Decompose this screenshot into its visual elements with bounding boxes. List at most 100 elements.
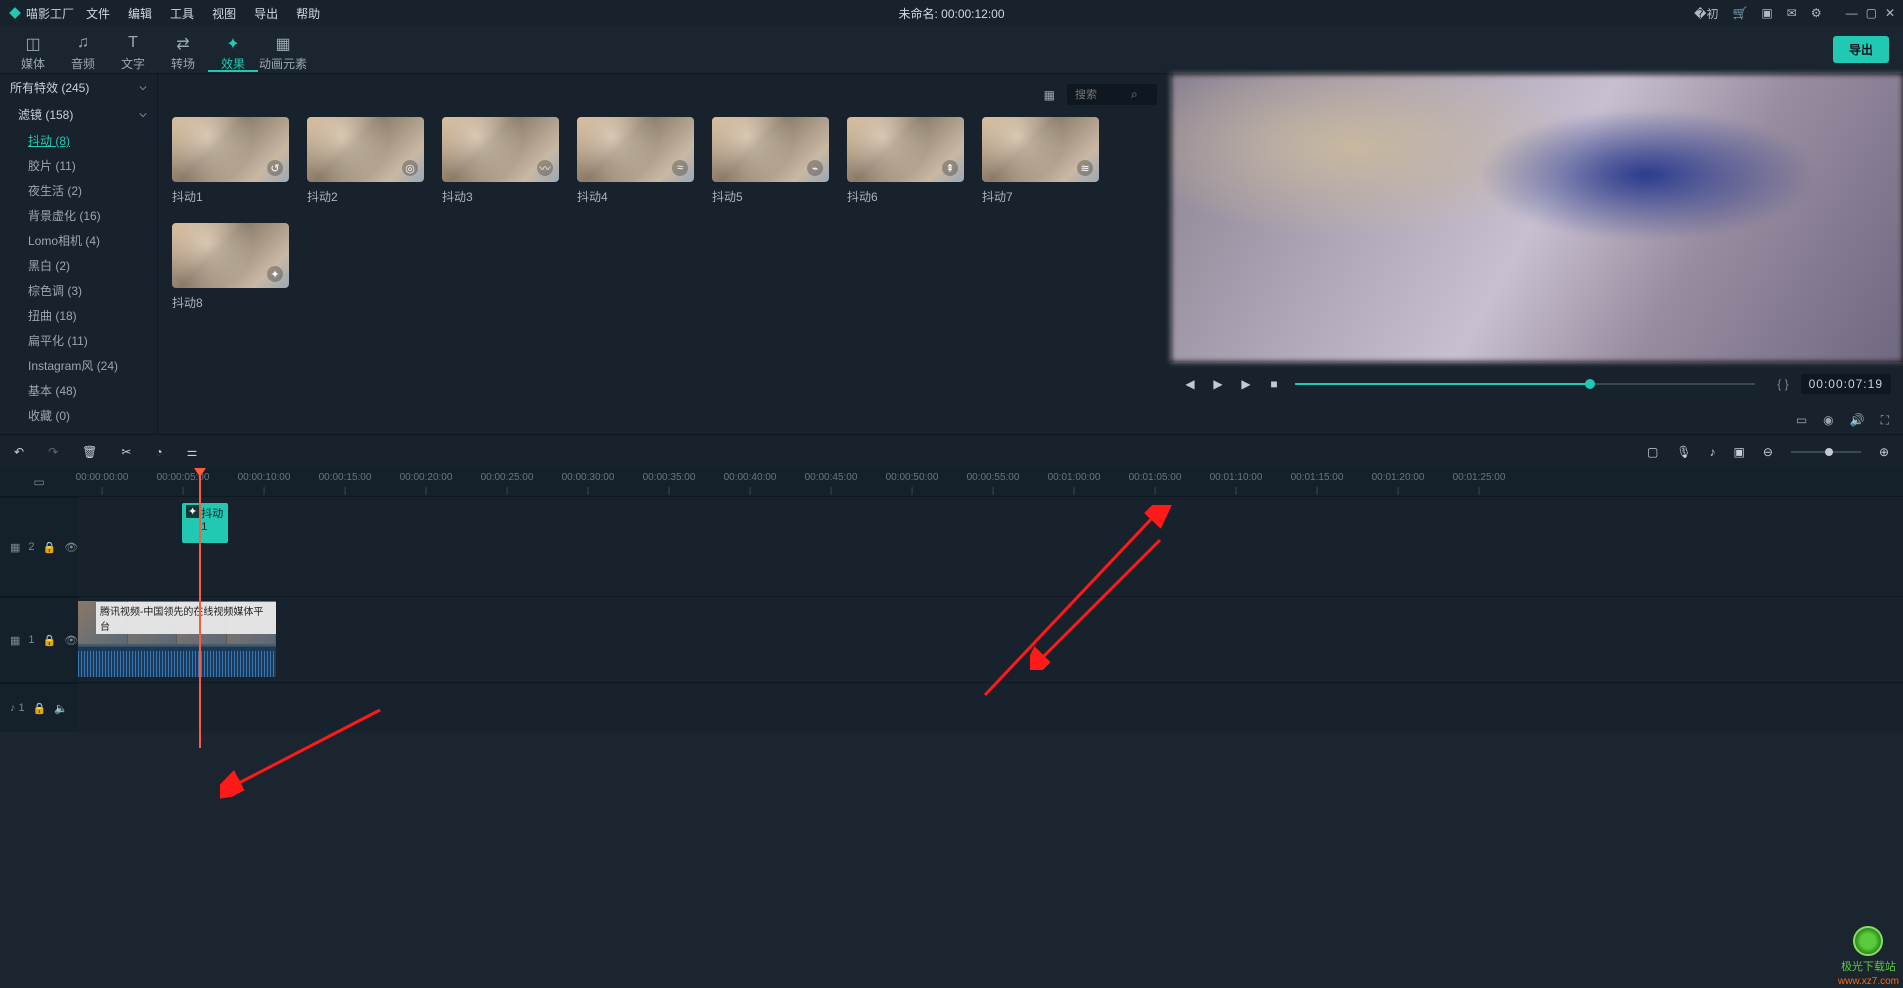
effect-thumb-1[interactable]: ↺抖动1 — [172, 117, 289, 205]
menu-edit[interactable]: 编辑 — [128, 5, 152, 22]
video-track-header[interactable]: ▦1 🔒👁 — [0, 597, 78, 682]
ruler-tick: 00:00:20:00 — [400, 472, 453, 483]
quality-icon[interactable]: ▭ — [1796, 413, 1807, 427]
watermark-text: 极光下载站 — [1841, 958, 1896, 974]
account-icon[interactable]: �初 — [1694, 5, 1718, 22]
prev-frame-button[interactable]: ◀ — [1183, 377, 1197, 391]
render-button[interactable]: ▣ — [1734, 445, 1745, 459]
eye-icon[interactable]: 👁 — [64, 541, 78, 554]
tab-effects[interactable]: ✦效果 — [208, 28, 258, 72]
music-icon: ♫ — [77, 34, 89, 52]
effect-thumb-4[interactable]: ≈抖动4 — [577, 117, 694, 205]
ruler-tick: 00:01:25:00 — [1453, 472, 1506, 483]
search-input[interactable] — [1075, 89, 1131, 101]
effect-thumb-2[interactable]: ◎抖动2 — [307, 117, 424, 205]
mute-icon[interactable]: 🔈 — [54, 702, 68, 715]
tab-transition[interactable]: ⇄转场 — [158, 28, 208, 72]
adjust-button[interactable]: ⚌ — [187, 445, 198, 459]
ruler-tick: 00:01:05:00 — [1129, 472, 1182, 483]
thumb-label: 抖动7 — [982, 188, 1099, 205]
redo-button[interactable]: ↷ — [48, 445, 58, 459]
thumb-variant-icon: ◎ — [402, 160, 418, 176]
zoom-in-button[interactable]: ⊕ — [1879, 445, 1889, 459]
hand-tool-button[interactable]: ▢ — [1647, 445, 1658, 459]
sidebar-item-basic[interactable]: 基本 (48) — [0, 378, 157, 403]
menu-help[interactable]: 帮助 — [296, 5, 320, 22]
export-button[interactable]: 导出 — [1833, 36, 1889, 63]
tab-media[interactable]: ◫媒体 — [8, 28, 58, 72]
marker-button[interactable]: ◔ — [155, 445, 162, 459]
time-ruler[interactable]: 00:00:00:0000:00:05:0000:00:10:0000:00:1… — [78, 468, 1903, 496]
close-icon[interactable]: ✕ — [1885, 6, 1895, 20]
mail-icon[interactable]: ✉ — [1787, 6, 1797, 20]
snapshot-icon[interactable]: ◉ — [1823, 413, 1833, 427]
effect-track-header[interactable]: ▦2 🔒👁 — [0, 497, 78, 596]
thumb-variant-icon: ⇞ — [942, 160, 958, 176]
next-frame-button[interactable]: ▶ — [1211, 377, 1225, 391]
thumb-variant-icon: ✦ — [267, 266, 283, 282]
sidebar-item-film[interactable]: 胶片 (11) — [0, 153, 157, 178]
menu-tools[interactable]: 工具 — [170, 5, 194, 22]
effect-thumb-6[interactable]: ⇞抖动6 — [847, 117, 964, 205]
stop-button[interactable]: ■ — [1267, 377, 1281, 391]
mic-button[interactable]: 🎙 — [1676, 445, 1691, 459]
effect-thumb-7[interactable]: ≋抖动7 — [982, 117, 1099, 205]
maximize-icon[interactable]: ▢ — [1866, 6, 1877, 20]
sidebar-item-nightlife[interactable]: 夜生活 (2) — [0, 178, 157, 203]
brackets-icon[interactable]: { } — [1777, 377, 1788, 391]
lock-icon[interactable]: 🔒 — [43, 634, 57, 647]
preview-canvas — [1171, 74, 1903, 362]
menu-export[interactable]: 导出 — [254, 5, 278, 22]
sidebar-item-lomo[interactable]: Lomo相机 (4) — [0, 228, 157, 253]
delete-button[interactable]: 🗑 — [82, 445, 97, 459]
menu-file[interactable]: 文件 — [86, 5, 110, 22]
fullscreen-icon[interactable]: ⛶ — [1881, 413, 1889, 428]
timeline-toolbar: ↶ ↷ 🗑 ✂ ◔ ⚌ ▢ 🎙 ♪ ▣ ⊖ ⊕ — [0, 434, 1903, 468]
sidebar-item-bgblur[interactable]: 背景虚化 (16) — [0, 203, 157, 228]
search-box[interactable]: ⌕ — [1067, 84, 1157, 105]
preview-panel: ◀ ▶ ▶ ■ { } 00:00:07:19 ▭ ◉ 🔊 ⛶ — [1171, 74, 1903, 434]
effect-clip[interactable]: ✦ 抖动1 — [182, 503, 228, 543]
sidebar-group-filters[interactable]: 滤镜 (158) — [0, 101, 157, 128]
tab-text[interactable]: T文字 — [108, 28, 158, 72]
progress-bar[interactable] — [1295, 383, 1755, 385]
zoom-out-button[interactable]: ⊖ — [1763, 445, 1773, 459]
sidebar-item-instagram[interactable]: Instagram风 (24) — [0, 353, 157, 378]
effect-thumb-3[interactable]: 〰抖动3 — [442, 117, 559, 205]
sidebar-group-all[interactable]: 所有特效 (245) — [0, 74, 157, 101]
minimize-icon[interactable]: — — [1846, 6, 1858, 20]
tracks-area: ▦2 🔒👁 ✦ 抖动1 ▦1 🔒👁 腾讯视频-中国领先的在线视频媒体平台 — [0, 496, 1903, 732]
cart-icon[interactable]: 🛒 — [1732, 6, 1747, 20]
save-icon[interactable]: ▣ — [1761, 6, 1772, 20]
settings-icon[interactable]: ⚙ — [1811, 6, 1822, 20]
timecode-display: 00:00:07:19 — [1801, 374, 1891, 394]
menu-view[interactable]: 视图 — [212, 5, 236, 22]
sidebar-group-overlay[interactable]: 叠覆 (87) — [0, 428, 157, 434]
playhead[interactable] — [199, 468, 201, 748]
sidebar-item-distort[interactable]: 扭曲 (18) — [0, 303, 157, 328]
sidebar-item-bw[interactable]: 黑白 (2) — [0, 253, 157, 278]
eye-icon[interactable]: 👁 — [64, 634, 78, 647]
tab-audio[interactable]: ♫音频 — [58, 28, 108, 72]
lock-icon[interactable]: 🔒 — [43, 541, 57, 554]
sidebar-item-sepia[interactable]: 棕色调 (3) — [0, 278, 157, 303]
lock-icon[interactable]: 🔒 — [33, 702, 47, 715]
ruler-tick: 00:00:40:00 — [724, 472, 777, 483]
volume-icon[interactable]: 🔊 — [1850, 413, 1865, 427]
sidebar-item-shake[interactable]: 抖动 (8) — [0, 128, 157, 153]
sidebar-item-favorites[interactable]: 收藏 (0) — [0, 403, 157, 428]
effect-thumb-5[interactable]: ⌁抖动5 — [712, 117, 829, 205]
audio-mixer-button[interactable]: ♪ — [1710, 445, 1716, 459]
zoom-slider[interactable] — [1791, 451, 1861, 453]
effect-track-icon: ▦ — [10, 541, 20, 554]
split-button[interactable]: ✂ — [121, 445, 131, 459]
tab-elements[interactable]: ▦动画元素 — [258, 28, 308, 72]
thumb-label: 抖动1 — [172, 188, 289, 205]
sidebar-item-flat[interactable]: 扁平化 (11) — [0, 328, 157, 353]
play-button[interactable]: ▶ — [1239, 377, 1253, 391]
audio-track-header[interactable]: ♪ 1 🔒🔈 — [0, 683, 78, 732]
video-clip[interactable]: 腾讯视频-中国领先的在线视频媒体平台 — [78, 601, 276, 677]
effect-thumb-8[interactable]: ✦抖动8 — [172, 223, 289, 311]
undo-button[interactable]: ↶ — [14, 445, 24, 459]
grid-view-icon[interactable]: ▦ — [1044, 88, 1055, 102]
